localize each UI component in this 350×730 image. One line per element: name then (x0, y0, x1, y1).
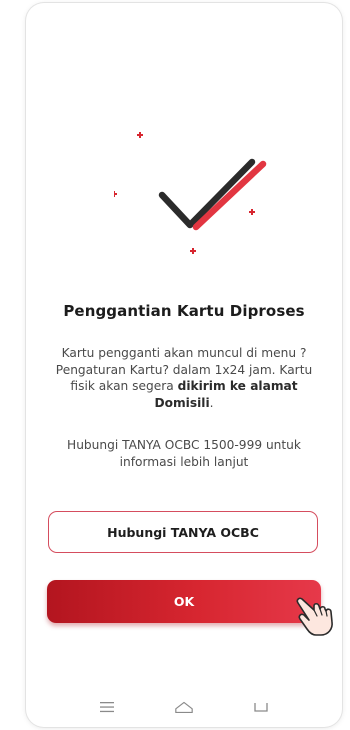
system-navigation-bar (26, 687, 342, 727)
dialog-title: Penggantian Kartu Diproses (63, 302, 305, 320)
contact-info: Hubungi TANYA OCBC 1500-999 untuk inform… (67, 438, 301, 469)
contact-button-label: Hubungi TANYA OCBC (107, 524, 259, 540)
description-end: . (209, 395, 214, 410)
menu-icon[interactable] (97, 699, 117, 715)
ok-button-label: OK (173, 594, 195, 609)
dialog-description: Kartu pengganti akan muncul di menu ? Pe… (48, 345, 320, 411)
checkmark-icon (114, 132, 267, 254)
contact-tanya-ocbc-button[interactable]: Hubungi TANYA OCBC (48, 511, 318, 553)
back-icon[interactable] (251, 699, 271, 715)
ok-button[interactable]: OK (47, 580, 321, 623)
hand-pointer-icon (296, 597, 333, 636)
phone-frame: Penggantian Kartu Diproses Kartu penggan… (26, 3, 342, 727)
home-icon[interactable] (174, 699, 194, 715)
